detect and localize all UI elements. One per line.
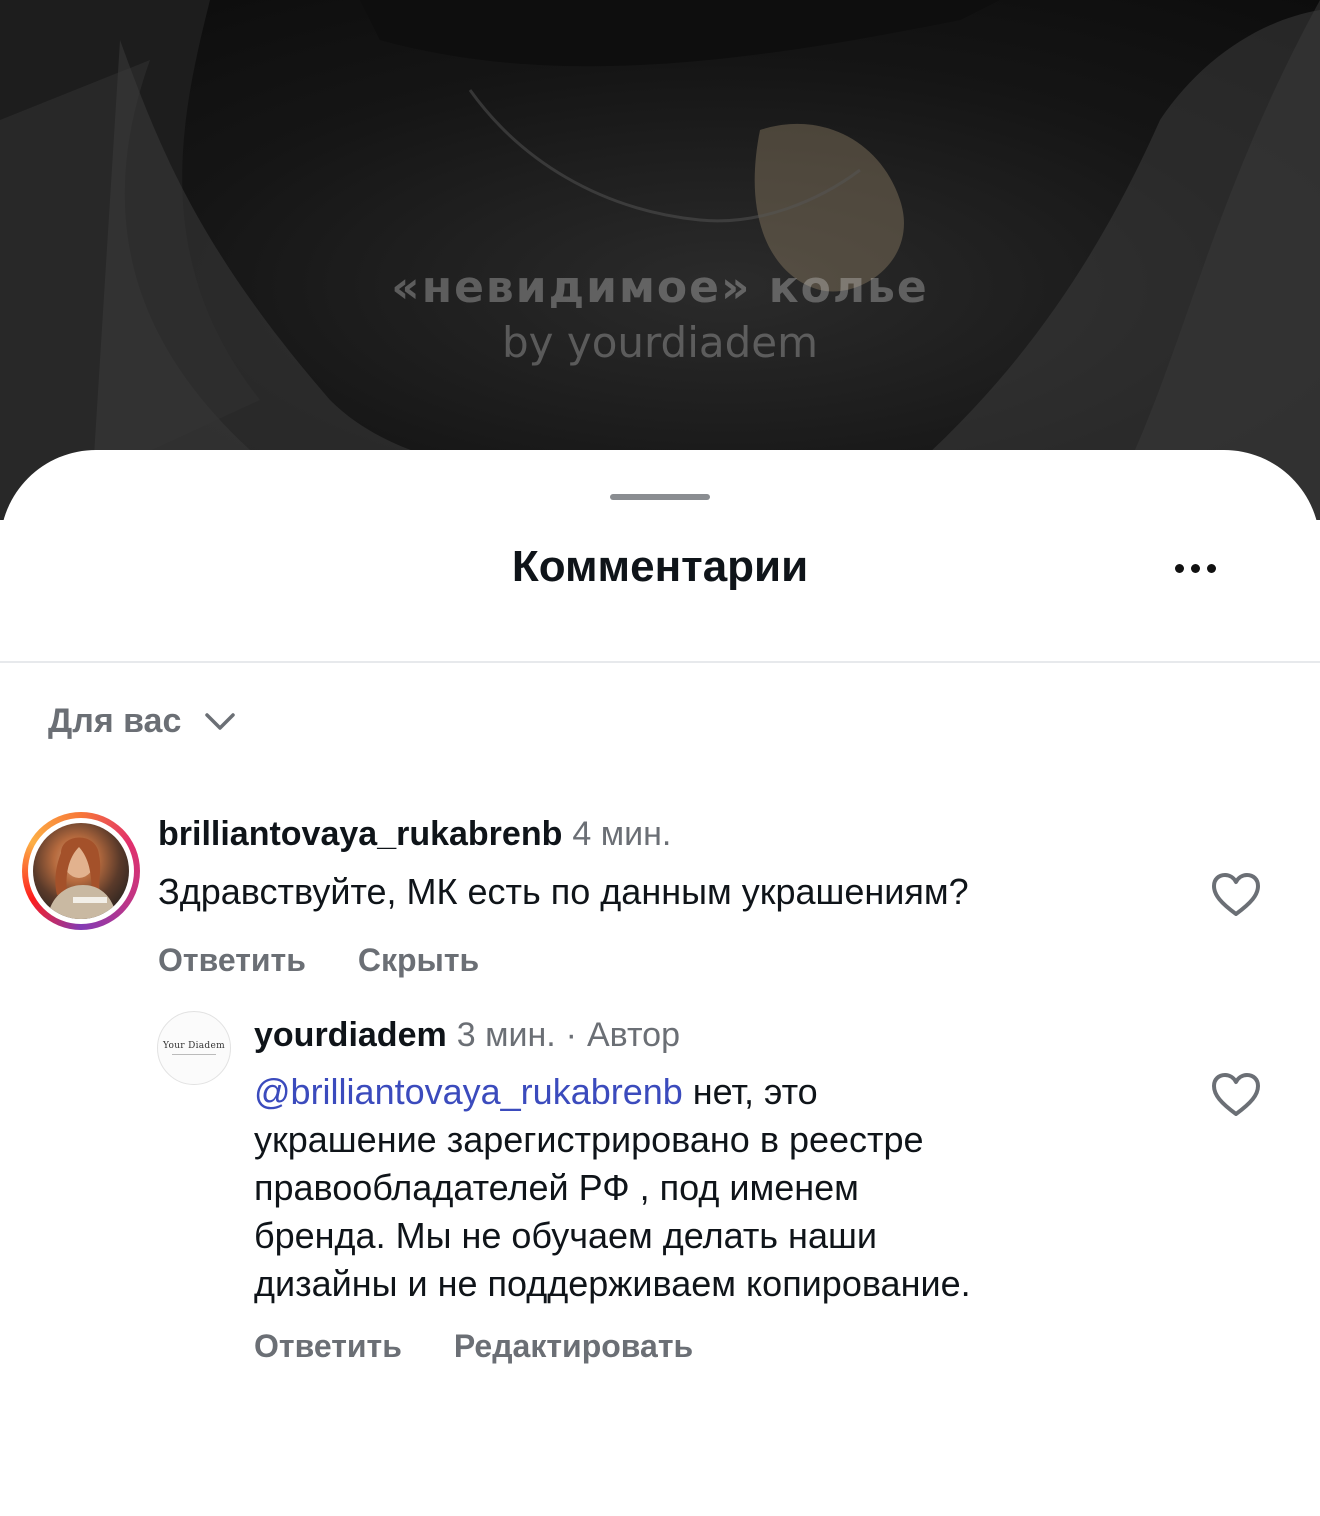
comment-text: Здравствуйте, МК есть по данным украшени… [158,868,969,916]
author-badge: Автор [587,1016,681,1054]
sort-label: Для вас [48,702,182,740]
edit-button[interactable]: Редактировать [454,1328,693,1365]
reply-text-line: бренда. Мы не обучаем делать наши [254,1215,877,1256]
more-dot [1206,563,1216,573]
meta-separator: · [565,1016,577,1054]
avatar-brand-text: Your Diadem [163,1041,225,1051]
avatar [33,823,129,919]
sheet-grabber[interactable] [610,494,710,500]
video-title: «невидимое» колье [391,262,929,313]
more-horizontal-icon [1174,563,1184,573]
comment-text-line: Здравствуйте, МК есть по данным украшени… [158,871,969,912]
comment-time: 4 мин. [572,815,672,853]
fabric-background [0,0,1320,520]
reply-meta: yourdiadem 3 мин. · Автор [254,1016,680,1055]
header-divider [0,661,1320,663]
reply-text-fragment: нет, это [682,1071,818,1112]
comment-username[interactable]: brilliantovaya_rukabrenb [158,815,562,853]
reply-button[interactable]: Ответить [158,942,306,979]
avatar-brand-line [172,1054,216,1055]
avatar[interactable]: Your Diadem [157,1011,231,1085]
mention-link[interactable]: @brilliantovaya_rukabrenb [254,1071,683,1112]
sheet-title: Комментарии [511,542,809,591]
reply-text-line: дизайны и не поддерживаем копирование. [254,1263,971,1304]
more-options-button[interactable] [1160,548,1230,588]
video-preview[interactable]: «невидимое» колье by yourdiadem [0,0,1320,520]
heart-outline-icon[interactable] [1211,1072,1261,1118]
avatar-photo-art [47,837,117,919]
comment-meta: brilliantovaya_rukabrenb 4 мин. [158,815,671,854]
sort-dropdown[interactable]: Для вас [48,702,236,741]
reply-actions: Ответить Редактировать [254,1328,693,1365]
heart-outline-icon[interactable] [1211,872,1261,918]
reply-text-line: правообладателей РФ , под именем [254,1167,859,1208]
reply-text: @brilliantovaya_rukabrenb нет, это украш… [254,1068,971,1308]
reply-username[interactable]: yourdiadem [254,1016,447,1054]
comments-sheet: Комментарии Для вас brilliantovaya_rukab… [0,450,1320,1516]
reply-button[interactable]: Ответить [254,1328,402,1365]
reply-time: 3 мин. [456,1016,556,1054]
more-dot [1190,563,1200,573]
comment-actions: Ответить Скрыть [158,942,479,979]
reply-text-line: украшение зарегистрировано в реестре [254,1119,924,1160]
avatar-story-ring[interactable] [22,812,140,930]
reply-text-line: @brilliantovaya_rukabrenb нет, это [254,1068,971,1116]
hide-button[interactable]: Скрыть [358,942,479,979]
chevron-down-icon [205,712,236,730]
video-subtitle: by yourdiadem [501,318,819,367]
